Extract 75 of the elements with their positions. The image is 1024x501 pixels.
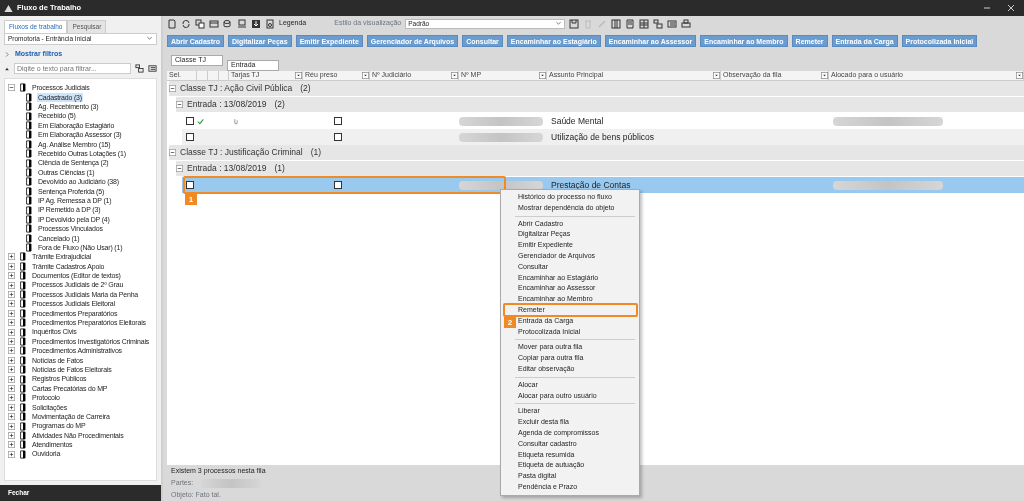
columns-icon[interactable]: [611, 18, 622, 29]
table-cell: Utilização de bens públicos: [551, 131, 654, 142]
save-icon[interactable]: [569, 18, 580, 29]
checkbox[interactable]: [186, 133, 194, 141]
expand-icon[interactable]: [8, 272, 15, 280]
collapse-icon[interactable]: [176, 101, 183, 108]
expand-icon[interactable]: [8, 262, 15, 270]
group-label: Classe TJ : Justificação Criminal: [180, 146, 303, 159]
expand-icon[interactable]: [8, 347, 15, 355]
collapse-icon[interactable]: [8, 84, 15, 92]
tree-view-icon[interactable]: [653, 18, 664, 29]
checkbox[interactable]: [334, 133, 342, 141]
expand-icon[interactable]: [8, 300, 15, 308]
table-icon[interactable]: [639, 18, 650, 29]
new-document-icon[interactable]: [167, 18, 177, 29]
collapse-icon[interactable]: [169, 85, 176, 92]
table-row[interactable]: Saúde Mental: [182, 113, 1024, 129]
group-count: (1): [310, 146, 322, 159]
expand-icon[interactable]: [8, 366, 15, 374]
warning-triangle-icon: [4, 3, 13, 13]
close-icon[interactable]: [1006, 3, 1016, 13]
group-count: (2): [274, 98, 285, 111]
checkbox[interactable]: [186, 181, 194, 189]
group-count: (1): [274, 162, 285, 175]
copy-icon[interactable]: [195, 18, 205, 29]
dropdown-icon[interactable]: [539, 72, 546, 79]
expand-icon[interactable]: [8, 356, 15, 364]
caret-up-icon[interactable]: [4, 65, 10, 72]
printer-icon[interactable]: [681, 18, 692, 29]
dropdown-icon[interactable]: [362, 72, 369, 79]
table-cell: Saúde Mental: [551, 115, 604, 126]
checkbox[interactable]: [334, 117, 342, 125]
expand-icon[interactable]: [8, 413, 15, 421]
group-label: Entrada : 13/08/2019: [187, 98, 267, 111]
collapse-icon[interactable]: [169, 149, 176, 156]
callout-number: 2: [504, 316, 516, 328]
expand-icon[interactable]: [8, 422, 15, 430]
dropdown-icon[interactable]: [713, 72, 720, 79]
checkbox[interactable]: [334, 181, 342, 189]
group-label: Entrada : 13/08/2019: [187, 162, 267, 175]
download-icon[interactable]: [251, 18, 261, 29]
table-cell: Prestação de Contas: [551, 179, 631, 190]
dropdown-icon[interactable]: [295, 72, 302, 79]
expand-icon[interactable]: [8, 338, 15, 345]
table-row[interactable]: Utilização de bens públicos: [182, 129, 1024, 145]
document-icon[interactable]: [625, 18, 636, 29]
refresh-icon[interactable]: [181, 18, 191, 29]
expand-icon[interactable]: [8, 375, 15, 383]
tree-view-icon[interactable]: [135, 64, 144, 74]
chevron-down-icon: [555, 20, 563, 27]
list-view-icon[interactable]: [667, 18, 678, 29]
list-view-icon[interactable]: [148, 64, 157, 74]
dropdown-icon[interactable]: [1016, 72, 1023, 79]
group-count: (2): [300, 82, 311, 95]
collapse-icon[interactable]: [176, 165, 183, 172]
expand-icon[interactable]: [8, 319, 15, 327]
callout-number: 1: [185, 194, 197, 205]
window-icon[interactable]: [209, 18, 219, 29]
expand-icon[interactable]: [8, 441, 15, 449]
expand-icon[interactable]: [8, 431, 15, 439]
expand-icon[interactable]: [8, 403, 15, 411]
expand-icon[interactable]: [8, 328, 15, 336]
expand-icon[interactable]: [8, 253, 15, 261]
expand-icon[interactable]: [8, 291, 15, 299]
dropdown-icon[interactable]: [821, 72, 828, 79]
expand-icon[interactable]: [8, 394, 15, 402]
group-label: Classe TJ : Ação Civil Pública: [180, 82, 293, 95]
expand-icon[interactable]: [8, 450, 15, 458]
expand-icon[interactable]: [8, 281, 15, 289]
chevron-right-icon: [4, 50, 11, 58]
expand-icon[interactable]: [8, 309, 15, 317]
dropdown-icon[interactable]: [451, 72, 458, 79]
checkbox[interactable]: [186, 117, 194, 125]
chevron-down-icon: [146, 35, 153, 43]
expand-icon[interactable]: [8, 384, 15, 392]
